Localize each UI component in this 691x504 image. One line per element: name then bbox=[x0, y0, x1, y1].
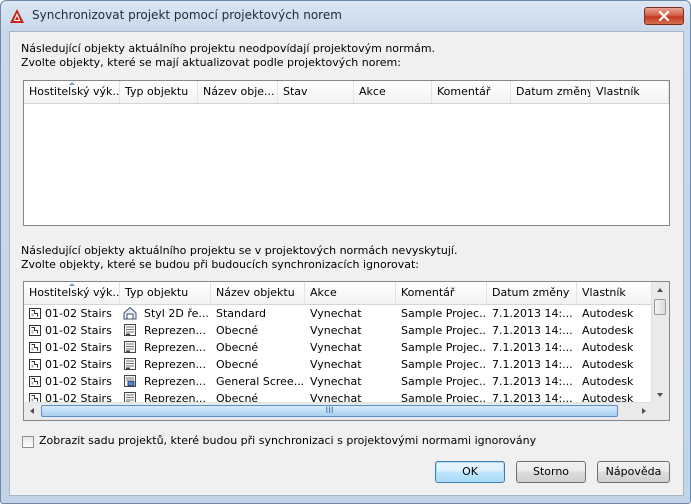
horizontal-scroll-thumb[interactable]: III bbox=[41, 405, 618, 417]
table-cell: Vynechat bbox=[310, 324, 362, 337]
ok-button[interactable]: OK bbox=[435, 461, 505, 483]
table-cell: Obecné bbox=[216, 358, 259, 371]
close-button[interactable] bbox=[644, 7, 684, 25]
table-cell: Autodesk bbox=[582, 324, 634, 337]
table-cell: 7.1.2013 14:... bbox=[492, 341, 573, 354]
table-cell: Autodesk bbox=[582, 375, 634, 388]
arrow-down-icon bbox=[657, 393, 663, 397]
table-row[interactable]: 01-02 Stairs Reprezen... General Scree... V… bbox=[24, 373, 669, 390]
table-cell: Sample Projec... bbox=[401, 307, 487, 320]
vertical-scrollbar[interactable] bbox=[651, 282, 669, 403]
dialog-window: Synchronizovat projekt pomocí projektový… bbox=[0, 0, 691, 504]
table-cell: 01-02 Stairs bbox=[45, 307, 112, 320]
missing-objects-list[interactable]: Hostitelský výk... Typ objektu Název objek… bbox=[23, 281, 670, 421]
column-header[interactable]: Datum změny bbox=[487, 282, 577, 304]
table-cell: Vynechat bbox=[310, 358, 362, 371]
table-cell: Autodesk bbox=[582, 358, 634, 371]
table-cell: Obecné bbox=[216, 341, 259, 354]
table-cell: 7.1.2013 14:... bbox=[492, 375, 573, 388]
list-header: Hostitelský výk... Typ objektu Název obje.… bbox=[24, 81, 669, 104]
table-cell: Autodesk bbox=[582, 341, 634, 354]
sort-ascending-icon bbox=[69, 82, 75, 85]
close-icon bbox=[658, 11, 670, 21]
table-cell: Sample Projec... bbox=[401, 341, 487, 354]
column-header[interactable]: Datum změny bbox=[511, 81, 591, 103]
column-header[interactable]: Akce bbox=[354, 81, 432, 103]
table-cell: Reprezen... bbox=[144, 324, 206, 337]
table-cell: Autodesk bbox=[582, 307, 634, 320]
arrow-right-icon bbox=[642, 408, 646, 414]
horizontal-scrollbar[interactable]: III bbox=[24, 402, 652, 420]
vertical-scroll-thumb[interactable] bbox=[654, 299, 666, 315]
table-cell: 7.1.2013 14:... bbox=[492, 307, 573, 320]
table-cell: 01-02 Stairs bbox=[45, 341, 112, 354]
table-row[interactable]: 01-02 Stairs Reprezen... Obecné Vynechat Sam… bbox=[24, 339, 669, 356]
show-ignored-label[interactable]: Zobrazit sadu projektů, které budou při … bbox=[39, 434, 536, 447]
section1-line1: Následující objekty aktuálního projektu … bbox=[21, 42, 436, 55]
table-cell: 01-02 Stairs bbox=[45, 324, 112, 337]
table-cell: Vynechat bbox=[310, 341, 362, 354]
column-header[interactable]: Typ objektu bbox=[120, 282, 211, 304]
nonconforming-objects-list[interactable]: Hostitelský výk... Typ objektu Název obje.… bbox=[23, 80, 670, 226]
table-cell: Obecné bbox=[216, 324, 259, 337]
sort-ascending-icon bbox=[69, 283, 75, 286]
window-title: Synchronizovat projekt pomocí projektový… bbox=[32, 8, 342, 22]
section1-line2: Zvolte objekty, které se mají aktualizov… bbox=[21, 56, 401, 69]
table-cell: Sample Projec... bbox=[401, 324, 487, 337]
column-header[interactable]: Akce bbox=[305, 282, 396, 304]
column-header[interactable]: Název obje... bbox=[198, 81, 278, 103]
column-header[interactable]: Vlastník bbox=[577, 282, 654, 304]
table-cell: Vynechat bbox=[310, 375, 362, 388]
table-cell: Reprezen... bbox=[144, 358, 206, 371]
list-header: Hostitelský výk... Typ objektu Název objek… bbox=[24, 282, 669, 305]
dialog-body: Následující objekty aktuálního projektu … bbox=[9, 31, 684, 496]
section2-line1: Následující objekty aktuálního projektu … bbox=[21, 244, 458, 257]
table-row[interactable]: 01-02 Stairs Styl 2D ře... Standard Vynecha… bbox=[24, 305, 669, 322]
section2-line2: Zvolte objekty, které se budou při budou… bbox=[21, 258, 419, 271]
table-cell: 01-02 Stairs bbox=[45, 358, 112, 371]
scroll-down-button[interactable] bbox=[652, 387, 668, 403]
table-cell: General Scree... bbox=[216, 375, 305, 388]
table-cell: 01-02 Stairs bbox=[45, 375, 112, 388]
autocad-a-icon bbox=[10, 9, 24, 23]
column-header[interactable]: Název objektu bbox=[211, 282, 305, 304]
column-header[interactable]: Komentář bbox=[432, 81, 511, 103]
table-cell: Standard bbox=[216, 307, 267, 320]
scroll-left-button[interactable] bbox=[24, 403, 40, 419]
table-cell: Vynechat bbox=[310, 307, 362, 320]
table-cell: 7.1.2013 14:... bbox=[492, 324, 573, 337]
help-button[interactable]: Nápověda bbox=[597, 461, 670, 483]
column-header[interactable]: Typ objektu bbox=[120, 81, 198, 103]
table-cell: Sample Projec... bbox=[401, 358, 487, 371]
table-cell: Sample Projec... bbox=[401, 375, 487, 388]
show-ignored-checkbox[interactable] bbox=[22, 436, 34, 448]
table-cell: Reprezen... bbox=[144, 375, 206, 388]
table-row[interactable]: 01-02 Stairs Reprezen... Obecné Vynechat Sam… bbox=[24, 356, 669, 373]
table-cell: Reprezen... bbox=[144, 341, 206, 354]
table-cell: 7.1.2013 14:... bbox=[492, 358, 573, 371]
title-bar[interactable]: Synchronizovat projekt pomocí projektový… bbox=[1, 1, 690, 31]
arrow-left-icon bbox=[30, 408, 34, 414]
arrow-up-icon bbox=[657, 288, 663, 292]
cancel-button[interactable]: Storno bbox=[516, 461, 586, 483]
column-header[interactable]: Vlastník bbox=[591, 81, 669, 103]
table-row[interactable]: 01-02 Stairs Reprezen... Obecné Vynechat Sam… bbox=[24, 322, 669, 339]
scrollbar-corner bbox=[652, 403, 669, 420]
scroll-up-button[interactable] bbox=[652, 282, 668, 298]
table-cell: Styl 2D ře... bbox=[144, 307, 209, 320]
column-header[interactable]: Komentář bbox=[396, 282, 487, 304]
scroll-right-button[interactable] bbox=[636, 403, 652, 419]
scroll-grip: III bbox=[325, 406, 334, 416]
column-header[interactable]: Stav bbox=[278, 81, 354, 103]
